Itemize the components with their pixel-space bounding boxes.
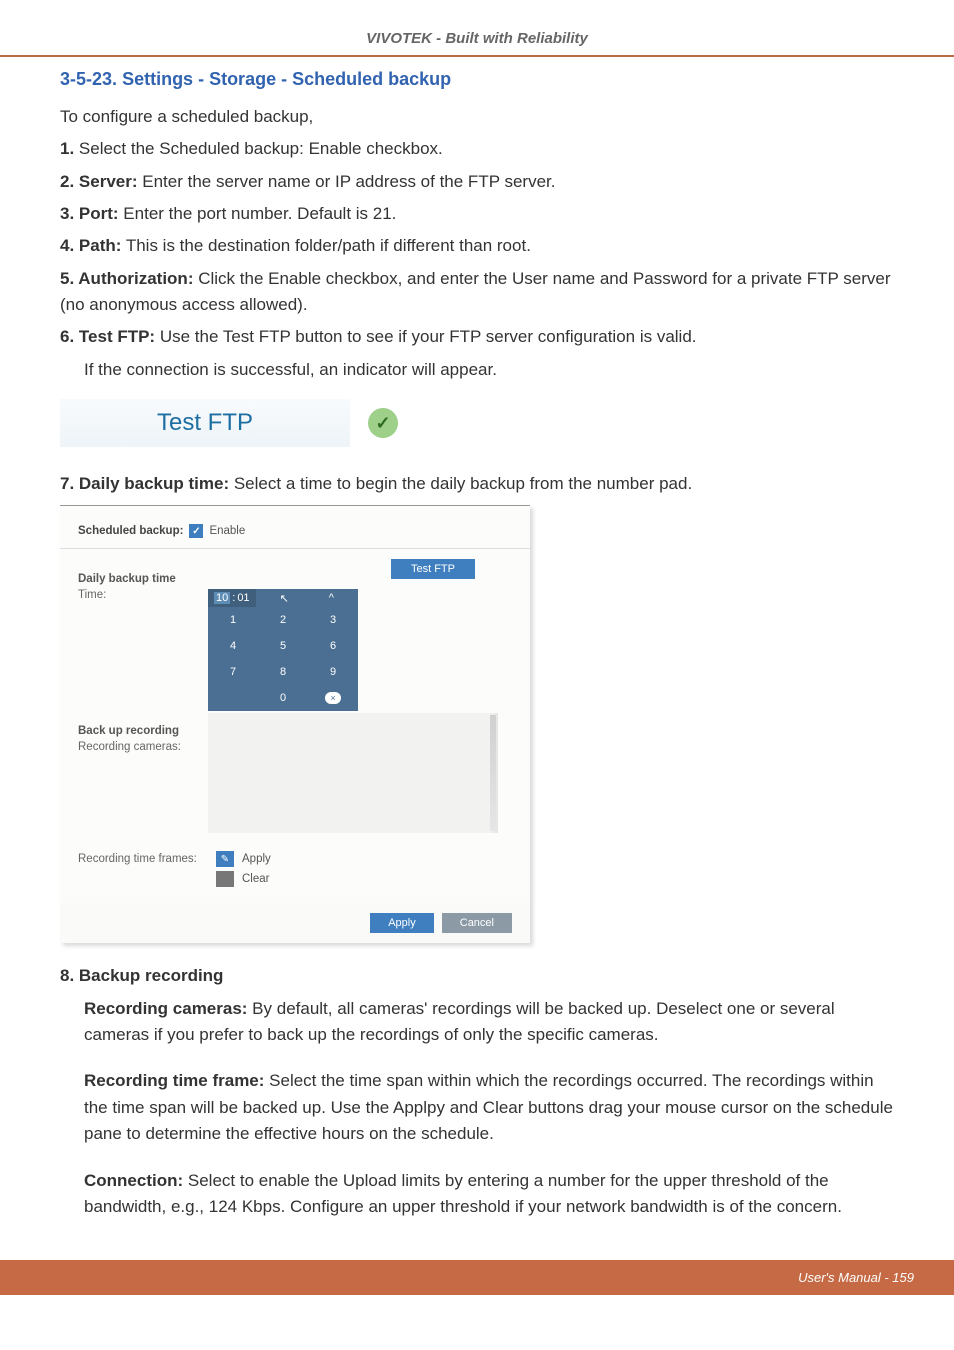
step-4-key: Path:: [79, 236, 122, 255]
step-7-key: Daily backup time:: [79, 474, 229, 493]
step-8-num: 8.: [60, 966, 79, 985]
apply-swatch-icon[interactable]: ✎: [216, 851, 234, 867]
step-8b: Recording time frame: Select the time sp…: [60, 1068, 894, 1147]
step-3-key: Port:: [79, 204, 119, 223]
step-8c-text: Select to enable the Upload limits by en…: [84, 1171, 842, 1216]
cursor-icon: ↖: [280, 592, 289, 605]
step-4-text: This is the destination folder/path if d…: [121, 236, 531, 255]
time-colon: :: [232, 592, 235, 604]
numpad-backspace[interactable]: ×: [308, 685, 358, 711]
enable-checkbox[interactable]: ✓: [189, 524, 203, 538]
time-input[interactable]: 10 : 01: [208, 589, 256, 607]
panel-body: Test FTP Daily backup time Time: 10 : 01…: [60, 549, 530, 903]
recording-cameras-panel[interactable]: [208, 713, 498, 833]
numpad-4[interactable]: 4: [208, 633, 258, 659]
check-icon: ✓: [368, 408, 398, 438]
step-4-num: 4.: [60, 236, 79, 255]
section-number: 3-5-23.: [60, 69, 117, 89]
step-8c-key: Connection:: [84, 1171, 183, 1190]
header-divider: [0, 55, 954, 57]
time-label: Time:: [78, 589, 208, 601]
step-6-num: 6.: [60, 327, 79, 346]
step-1: 1. Select the Scheduled backup: Enable c…: [60, 136, 894, 162]
numpad-9[interactable]: 9: [308, 659, 358, 685]
numpad-0[interactable]: 0: [258, 685, 308, 711]
numpad-7[interactable]: 7: [208, 659, 258, 685]
step-7: 7. Daily backup time: Select a time to b…: [60, 471, 894, 497]
step-3-text: Enter the port number. Default is 21.: [119, 204, 397, 223]
step-6: 6. Test FTP: Use the Test FTP button to …: [60, 324, 894, 350]
recording-cameras-label: Recording cameras:: [78, 741, 208, 753]
numpad-5[interactable]: 5: [258, 633, 308, 659]
time-hh: 10: [214, 592, 230, 604]
step-3-num: 3.: [60, 204, 79, 223]
section-name: Settings - Storage - Scheduled backup: [122, 69, 451, 89]
step-5-key: Authorization:: [78, 269, 193, 288]
step-2: 2. Server: Enter the server name or IP a…: [60, 169, 894, 195]
step-5-num: 5.: [60, 269, 78, 288]
step-8-key: Backup recording: [79, 966, 224, 985]
section-title: 3-5-23. Settings - Storage - Scheduled b…: [60, 69, 894, 90]
apply-swatch-label: Apply: [242, 853, 271, 865]
step-8b-key: Recording time frame:: [84, 1071, 264, 1090]
step-8c: Connection: Select to enable the Upload …: [60, 1168, 894, 1221]
step-6-key: Test FTP:: [79, 327, 155, 346]
step-2-text: Enter the server name or IP address of t…: [138, 172, 556, 191]
recording-time-frames-label: Recording time frames:: [78, 853, 208, 865]
step-8: 8. Backup recording: [60, 963, 894, 989]
time-mm: 01: [237, 592, 249, 604]
step-2-num: 2.: [60, 172, 79, 191]
step-6b: If the connection is successful, an indi…: [60, 357, 894, 383]
numpad-blank: [208, 685, 258, 711]
step-3: 3. Port: Enter the port number. Default …: [60, 201, 894, 227]
config-panel: Scheduled backup: ✓ Enable Test FTP Dail…: [60, 505, 530, 943]
step-5: 5. Authorization: Click the Enable check…: [60, 266, 894, 319]
step-1-num: 1.: [60, 139, 74, 158]
step-8a: Recording cameras: By default, all camer…: [60, 996, 894, 1049]
page-header: VIVOTEK - Built with Reliability: [60, 0, 894, 55]
step-7-num: 7.: [60, 474, 79, 493]
step-1-text: Select the Scheduled backup: Enable chec…: [74, 139, 443, 158]
step-6-text: Use the Test FTP button to see if your F…: [155, 327, 696, 346]
numpad[interactable]: 10 : 01 ↖ ^ 1 2 3 4 5: [208, 589, 358, 711]
cancel-button[interactable]: Cancel: [442, 913, 512, 933]
panel-top: Scheduled backup: ✓ Enable: [60, 506, 530, 549]
intro-text: To configure a scheduled backup,: [60, 104, 894, 130]
numpad-6[interactable]: 6: [308, 633, 358, 659]
step-7-text: Select a time to begin the daily backup …: [229, 474, 692, 493]
numpad-2[interactable]: 2: [258, 607, 308, 633]
clear-swatch-label: Clear: [242, 873, 269, 885]
step-2-key: Server:: [79, 172, 138, 191]
apply-button[interactable]: Apply: [370, 913, 434, 933]
scheduled-backup-label: Scheduled backup:: [78, 525, 183, 537]
page-footer: User's Manual - 159: [0, 1260, 954, 1295]
clear-swatch-icon[interactable]: [216, 871, 234, 887]
caret-up-icon[interactable]: ^: [329, 592, 334, 604]
enable-label: Enable: [209, 525, 245, 537]
numpad-8[interactable]: 8: [258, 659, 308, 685]
testftp-button[interactable]: Test FTP: [391, 559, 475, 579]
numpad-1[interactable]: 1: [208, 607, 258, 633]
step-4: 4. Path: This is the destination folder/…: [60, 233, 894, 259]
testftp-figure: Test FTP ✓: [60, 393, 894, 453]
testftp-large-button[interactable]: Test FTP: [60, 399, 350, 447]
numpad-3[interactable]: 3: [308, 607, 358, 633]
backspace-icon: ×: [325, 692, 340, 704]
panel-footer: Apply Cancel: [60, 903, 530, 943]
step-8a-key: Recording cameras:: [84, 999, 247, 1018]
